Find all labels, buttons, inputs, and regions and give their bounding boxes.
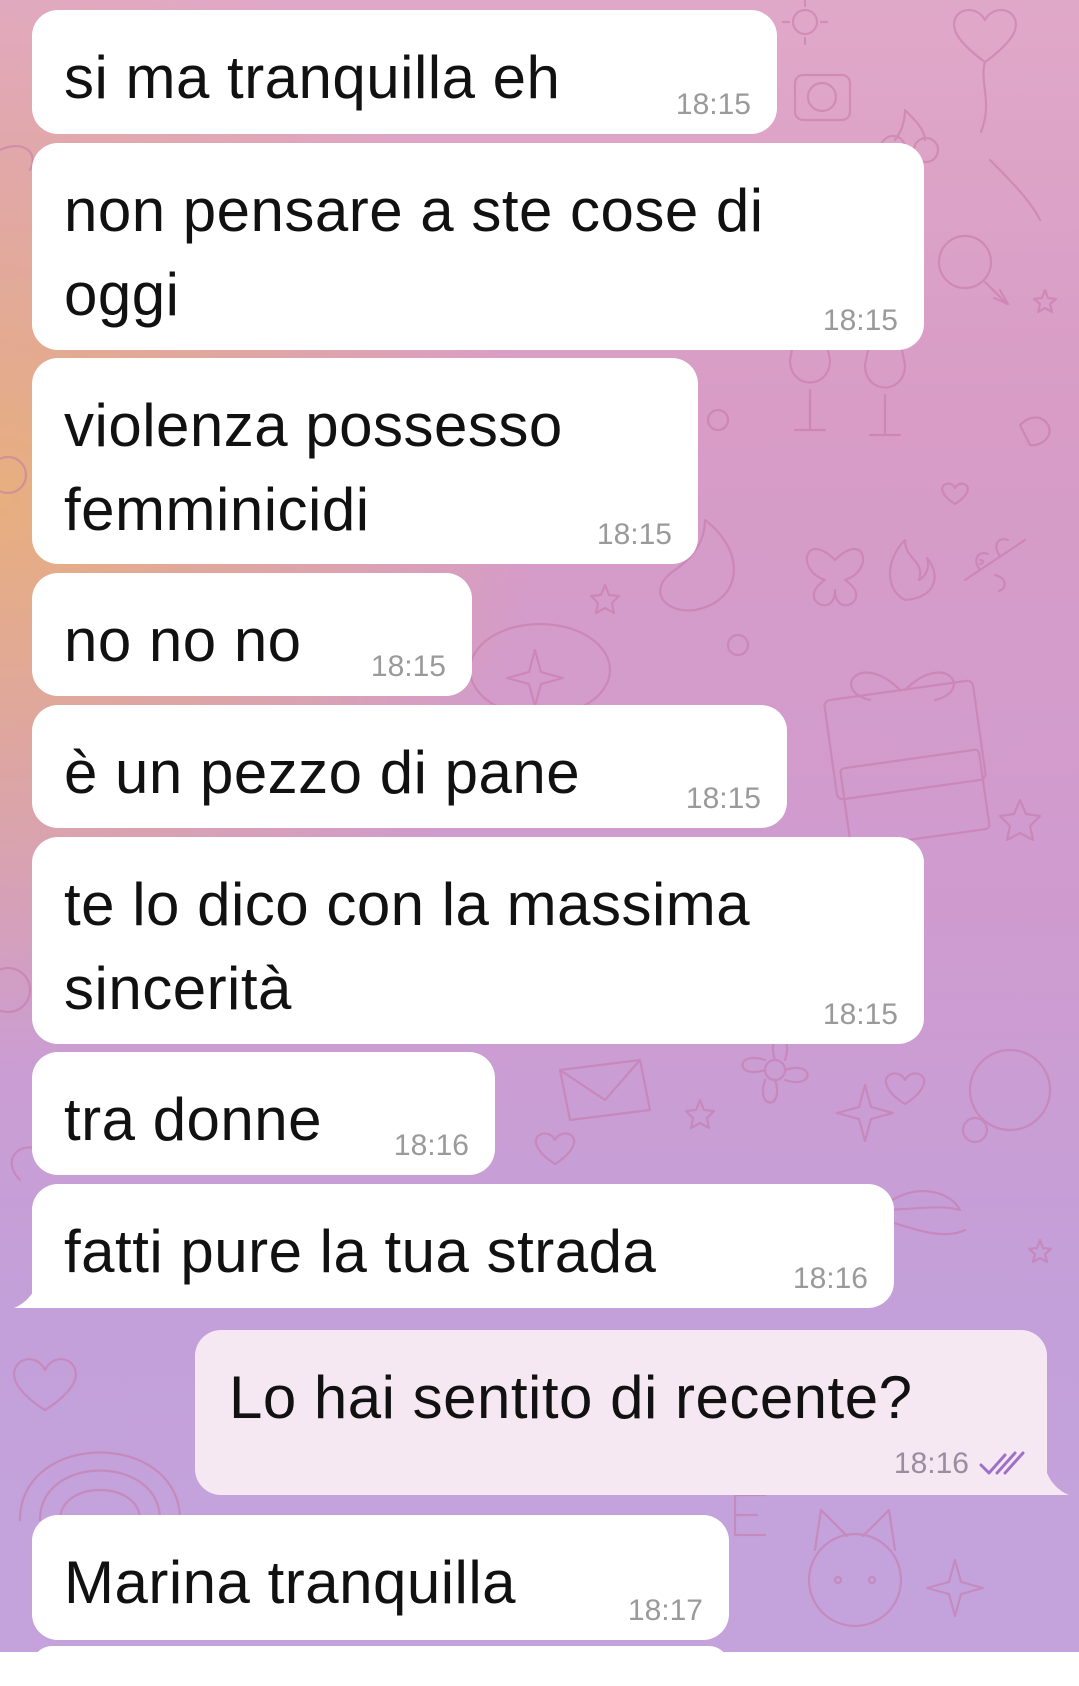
bubble-tail <box>1047 1473 1069 1495</box>
message-time: 18:15 <box>370 650 446 683</box>
message-text: si ma tranquilla eh <box>64 44 561 111</box>
bubble-tail <box>14 1286 36 1308</box>
message-time: 18:15 <box>685 782 761 815</box>
message-meta: 18:16 <box>894 1449 1025 1479</box>
message-time: 18:16 <box>393 1129 469 1162</box>
message-text: non pensare a ste cose di oggi <box>64 177 764 328</box>
message-bubble-outgoing[interactable]: Lo hai sentito di recente? 18:16 <box>195 1330 1047 1495</box>
message-text: te lo dico con la massima sincerità <box>64 871 751 1022</box>
message-time: 18:16 <box>893 1447 969 1480</box>
message-time: 18:15 <box>822 998 898 1031</box>
message-text: no no no <box>64 607 302 674</box>
message-bubble-incoming[interactable]: è un pezzo di pane 18:15 <box>32 705 787 828</box>
message-bubble-incoming[interactable]: fatti pure la tua strada 18:16 <box>32 1184 894 1308</box>
message-text: Lo hai sentito di recente? <box>229 1364 913 1431</box>
message-bubble-incoming[interactable]: non pensare a ste cose di oggi 18:15 <box>32 143 924 350</box>
message-bubble-incoming-partial <box>32 1646 729 1686</box>
message-text: tra donne <box>64 1086 323 1153</box>
message-bubble-incoming[interactable]: tra donne 18:16 <box>32 1052 495 1175</box>
message-bubble-incoming[interactable]: violenza possesso femminicidi 18:15 <box>32 358 698 564</box>
message-bubble-incoming[interactable]: si ma tranquilla eh 18:15 <box>32 10 777 134</box>
message-text: fatti pure la tua strada <box>64 1218 657 1285</box>
message-time: 18:16 <box>792 1262 868 1295</box>
message-text: è un pezzo di pane <box>64 739 581 806</box>
message-time: 18:15 <box>822 304 898 337</box>
message-text: violenza possesso femminicidi <box>64 392 563 543</box>
message-text: Marina tranquilla <box>64 1549 517 1616</box>
message-time: 18:17 <box>627 1594 703 1627</box>
message-time: 18:15 <box>675 88 751 121</box>
message-bubble-incoming[interactable]: no no no 18:15 <box>32 573 472 696</box>
message-bubble-incoming[interactable]: Marina tranquilla 18:17 <box>32 1515 729 1640</box>
message-time: 18:15 <box>596 518 672 551</box>
message-bubble-incoming[interactable]: te lo dico con la massima sincerità 18:1… <box>32 837 924 1044</box>
read-double-check-icon <box>979 1451 1025 1475</box>
